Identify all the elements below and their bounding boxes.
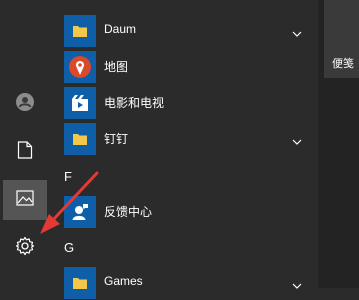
chevron-down-icon (292, 24, 302, 42)
folder-icon (64, 267, 96, 299)
app-item-label: 电影和电视 (104, 96, 165, 110)
app-item-label: 反馈中心 (104, 205, 153, 219)
pictures-button[interactable] (3, 180, 47, 220)
app-item-label: Games (104, 274, 143, 288)
folder-icon (64, 123, 96, 155)
section-header-f[interactable]: F (64, 169, 72, 184)
document-icon (17, 140, 33, 164)
section-header-g[interactable]: G (64, 240, 74, 255)
gear-icon (15, 236, 35, 261)
folder-icon (64, 15, 96, 47)
picture-icon (16, 189, 34, 211)
app-item-label: 钉钉 (104, 132, 129, 146)
sticky-notes-tile-label: 便笺 (332, 58, 354, 70)
map-pin-icon (64, 51, 96, 83)
app-item-daum[interactable]: Daum (50, 12, 318, 48)
app-item-dingtalk[interactable]: 钉钉 (50, 120, 318, 156)
chevron-down-icon (292, 276, 302, 294)
app-item-maps[interactable]: 地图 (50, 48, 318, 84)
app-item-feedback-hub[interactable]: 反馈中心 (50, 193, 318, 229)
app-item-label: Daum (104, 22, 137, 36)
chevron-down-icon (292, 132, 302, 150)
documents-button[interactable] (3, 132, 47, 172)
movies-tv-icon (64, 87, 96, 119)
settings-button[interactable] (3, 228, 47, 268)
start-sidebar (0, 0, 50, 288)
user-account-button[interactable] (3, 84, 47, 124)
user-icon (15, 92, 35, 117)
app-item-movies-tv[interactable]: 电影和电视 (50, 84, 318, 120)
feedback-hub-icon (64, 196, 96, 228)
app-item-games[interactable]: Games (50, 264, 318, 300)
app-item-label: 地图 (104, 60, 129, 74)
app-list: Daum 地图 电影和电视 钉钉 F 反馈中心 G Games (50, 0, 318, 299)
